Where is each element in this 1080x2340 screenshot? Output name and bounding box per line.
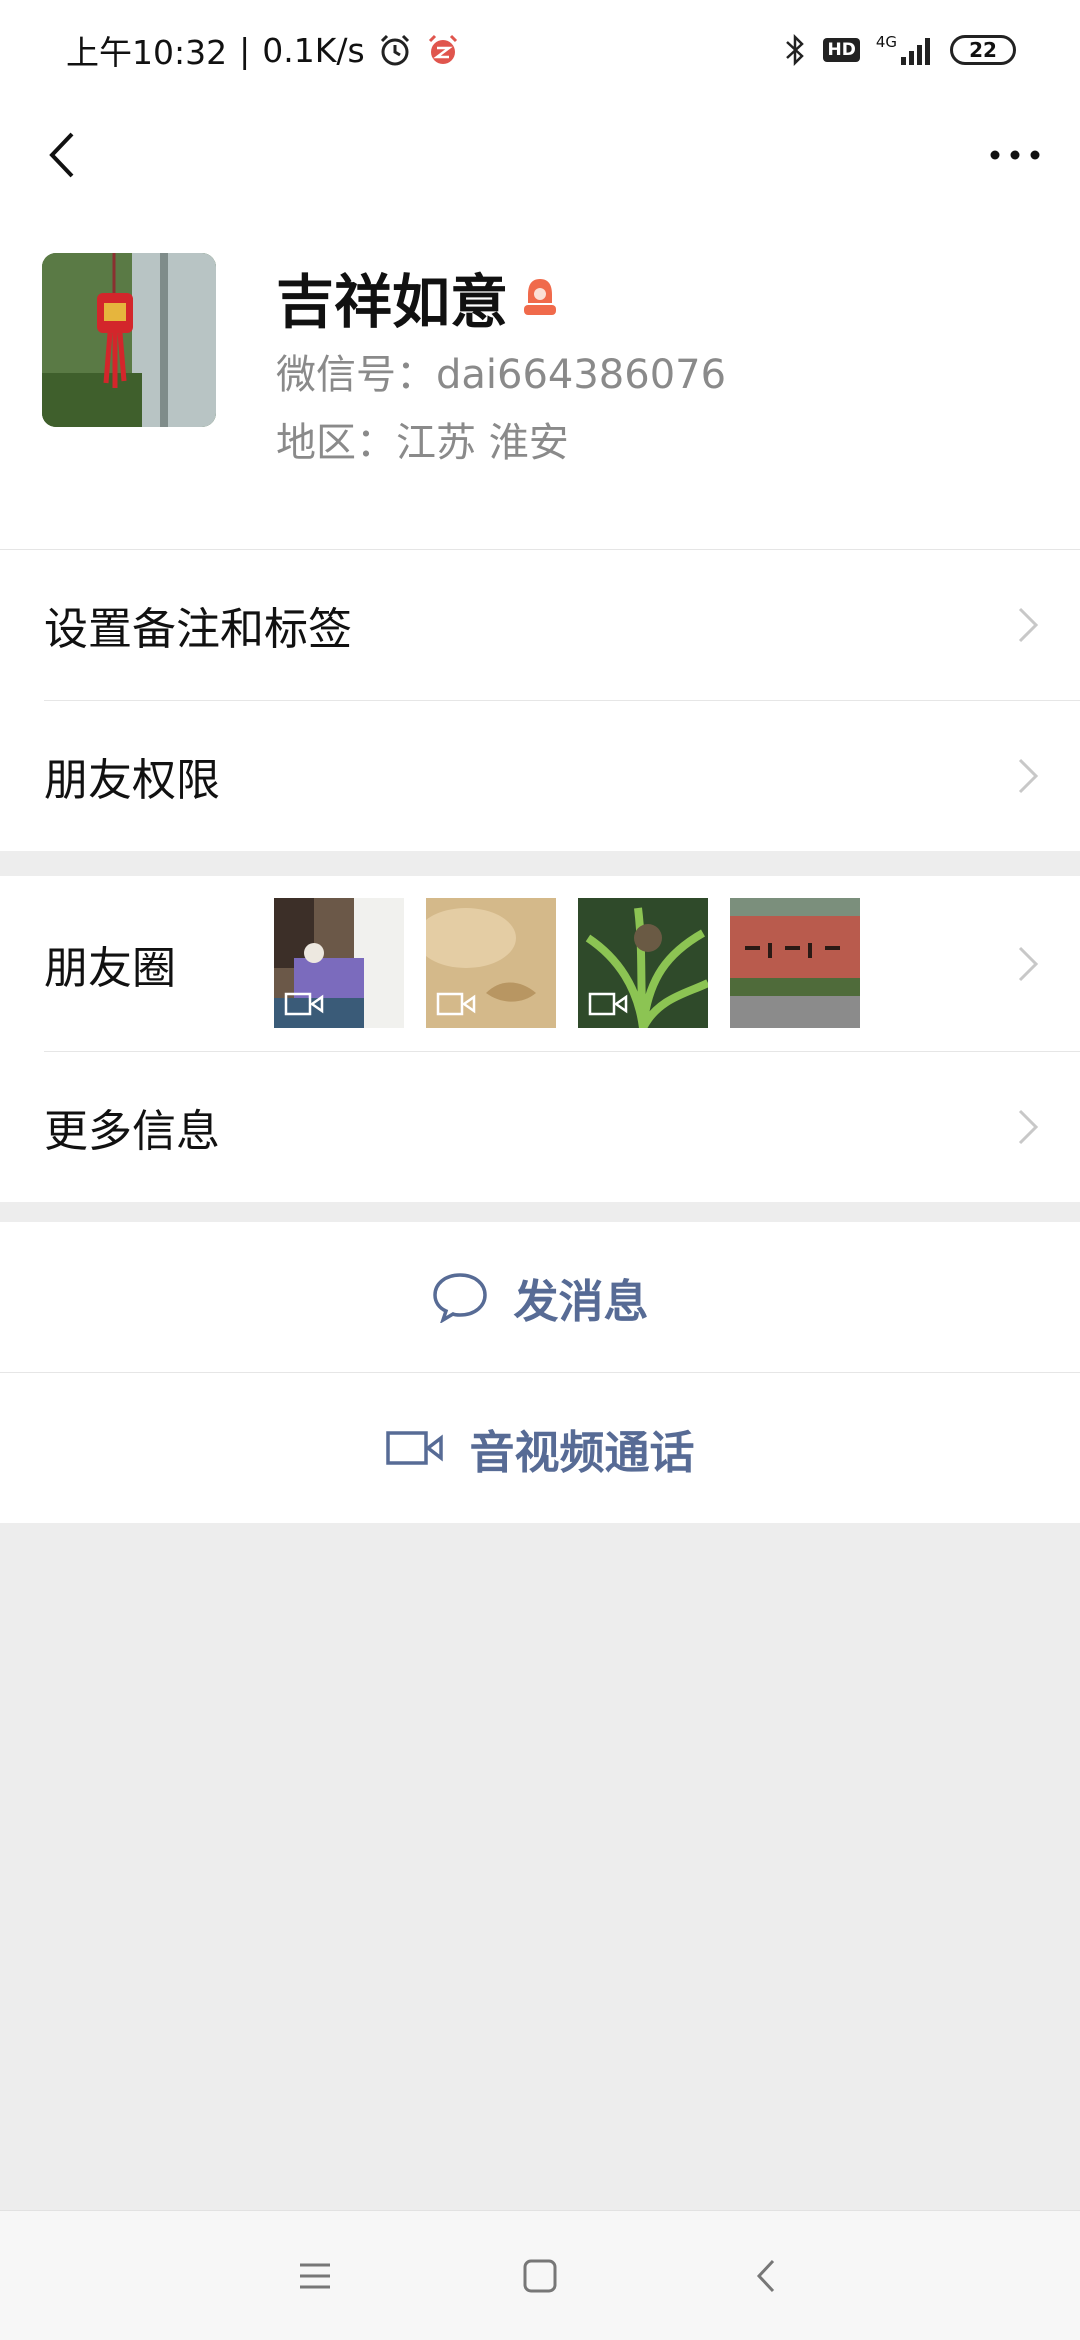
chevron-right-icon [1018, 758, 1039, 794]
notification-icon [428, 34, 457, 64]
battery-icon: 22 [950, 35, 1016, 65]
status-separator: | [239, 30, 251, 70]
chat-bubble-icon [433, 1273, 488, 1323]
bluetooth-icon [786, 33, 805, 67]
menu-icon[interactable] [290, 2251, 340, 2301]
video-camera-icon [386, 1431, 444, 1465]
audio-video-call-button[interactable]: 音视频通话 [0, 1373, 1080, 1523]
moments-thumbnail[interactable] [578, 898, 708, 1028]
system-navigation-bar [0, 2210, 1080, 2340]
video-icon [588, 992, 628, 1016]
nickname: 吉祥如意 [276, 268, 509, 336]
more-info-label: 更多信息 [44, 1106, 220, 1157]
avatar-image [42, 253, 216, 427]
female-icon [524, 279, 557, 315]
status-left: 上午10:32 | 0.1K/s [66, 26, 461, 74]
chevron-right-icon [1018, 946, 1039, 981]
actions-group: 发消息 音视频通话 [0, 1222, 1080, 1523]
moments-thumbnail[interactable] [426, 898, 556, 1028]
network-type: 4G [875, 33, 897, 51]
signal-icon: 4G [876, 35, 934, 65]
region: 地区：江苏 淮安 [276, 420, 569, 466]
profile-header: 吉祥如意 微信号：dai664386076 地区：江苏 淮安 [0, 210, 1080, 550]
moments-thumbnail-image [730, 898, 860, 1028]
video-icon [284, 992, 324, 1016]
wechat-id: 微信号：dai664386076 [276, 352, 727, 398]
remark-and-tags-cell[interactable]: 设置备注和标签 [0, 550, 1080, 700]
more-info-cell[interactable]: 更多信息 [0, 1052, 1080, 1202]
video-icon [436, 992, 476, 1016]
back-button[interactable] [30, 120, 100, 190]
back-arrow-icon [49, 132, 74, 178]
avatar[interactable] [42, 253, 216, 427]
chevron-right-icon [1018, 1109, 1039, 1145]
settings-group: 设置备注和标签 朋友权限 [0, 550, 1080, 851]
navigation-bar [0, 100, 1080, 210]
status-right: HD 4G 22 [783, 26, 1016, 74]
moments-thumbnail[interactable] [274, 898, 404, 1028]
alarm-icon [380, 34, 409, 66]
more-options-button[interactable] [980, 120, 1050, 190]
send-message-label: 发消息 [513, 1274, 649, 1328]
home-icon[interactable] [515, 2251, 565, 2301]
moments-thumbnails [274, 898, 860, 1028]
system-back-icon[interactable] [742, 2251, 792, 2301]
friend-permissions-cell[interactable]: 朋友权限 [0, 701, 1080, 851]
moments-cell[interactable]: 朋友圈 [0, 876, 1080, 1051]
status-speed: 0.1K/s [262, 30, 365, 70]
battery-level: 22 [969, 38, 997, 62]
remark-and-tags-label: 设置备注和标签 [44, 604, 352, 655]
nickname-row: 吉祥如意 [276, 255, 562, 339]
status-bar: 上午10:32 | 0.1K/s HD 4G 22 [0, 0, 1080, 100]
moments-group: 朋友圈 更多信息 [0, 876, 1080, 1202]
contact-profile-screen: 上午10:32 | 0.1K/s HD 4G 22 吉祥如意 微信号：dai66… [0, 0, 1080, 2340]
chevron-right-icon [1018, 607, 1039, 643]
moments-label: 朋友圈 [44, 942, 176, 994]
audio-video-call-label: 音视频通话 [469, 1425, 695, 1479]
hd-icon: HD [823, 38, 860, 62]
friend-permissions-label: 朋友权限 [44, 755, 220, 806]
send-message-button[interactable]: 发消息 [0, 1222, 1080, 1372]
moments-thumbnail[interactable] [730, 898, 860, 1028]
more-dots-icon [990, 150, 1040, 160]
status-time: 上午10:32 [66, 33, 228, 72]
